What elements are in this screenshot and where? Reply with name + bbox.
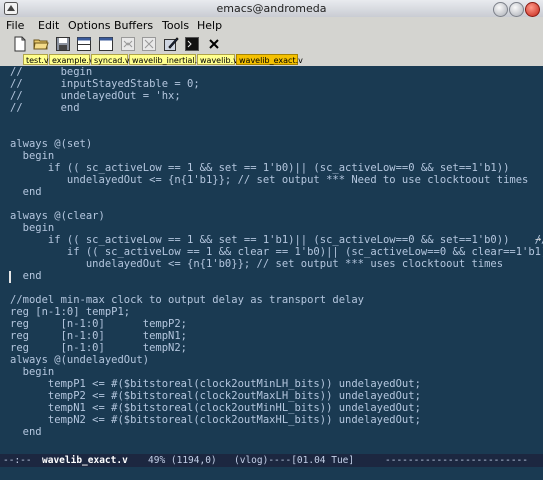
code-line: end [10, 426, 42, 438]
toolbar [0, 34, 543, 55]
code-editor[interactable]: // begin // inputStayedStable = 0; // un… [0, 66, 543, 454]
code-line: tempN2 <= #($bitstoreal(clock2outMaxHL_b… [10, 414, 421, 426]
code-line: // end [10, 102, 80, 114]
menu-buffers[interactable]: Buffers [114, 19, 153, 32]
close-window-button[interactable] [525, 2, 540, 17]
new-file-icon[interactable] [12, 36, 28, 52]
code-line: end [10, 186, 42, 198]
cut-icon[interactable] [141, 36, 157, 52]
menu-file[interactable]: File [6, 19, 24, 32]
window-title: emacs@andromeda [216, 2, 327, 15]
tab-test-v[interactable]: test.v [23, 54, 49, 65]
tab-wavelib-v[interactable]: wavelib.v [197, 54, 238, 65]
tab-syncad-v[interactable]: syncad.v [91, 54, 130, 65]
menu-options[interactable]: Options [68, 19, 110, 32]
close-icon[interactable] [206, 36, 222, 52]
modeline-mode[interactable]: (vlog)----[01.04 Tue] [234, 454, 354, 467]
maximize-button[interactable] [509, 2, 524, 17]
tab-bar: test.v example.v syncad.v wavelib_inerti… [0, 54, 543, 66]
modeline-status: --:-- [3, 455, 32, 466]
exchange-icon[interactable] [120, 36, 136, 52]
modeline-buffer-name[interactable]: wavelib_exact.v [42, 454, 128, 467]
title-bar[interactable]: emacs@andromeda [0, 0, 543, 18]
menu-help[interactable]: Help [197, 19, 222, 32]
edit-icon[interactable] [163, 36, 179, 52]
mode-line[interactable]: --:-- wavelib_exact.v 49% (1194,0) (vlog… [0, 454, 543, 467]
open-folder-icon[interactable] [33, 36, 49, 52]
menu-edit[interactable]: Edit [38, 19, 59, 32]
terminal-icon[interactable] [184, 36, 200, 52]
menu-bar: File Edit Options Buffers Tools Help [0, 17, 543, 34]
minibuffer[interactable] [0, 467, 543, 480]
tab-wavelib-inertial-v[interactable]: wavelib_inertial.v [129, 54, 202, 65]
modeline-trailer: ------------------------- [385, 455, 528, 466]
tab-wavelib-exact-v[interactable]: wavelib_exact.v [236, 54, 303, 65]
code-line: undelayedOut <= {n{1'b0}}; // set output… [10, 258, 504, 270]
split-window-icon[interactable] [76, 36, 92, 52]
minimize-button[interactable] [493, 2, 508, 17]
modeline-position: 49% (1194,0) [148, 455, 217, 466]
save-icon[interactable] [55, 36, 71, 52]
code-line: end [10, 270, 42, 282]
emacs-window: emacs@andromeda File Edit Options Buffer… [0, 0, 543, 480]
single-window-icon[interactable] [98, 36, 114, 52]
menu-tools[interactable]: Tools [162, 19, 189, 32]
code-line: undelayedOut <= {n{1'b1}}; // set output… [10, 174, 529, 186]
line-wrap-arrow-icon: → [534, 234, 541, 245]
tab-example-v[interactable]: example.v [49, 54, 94, 65]
